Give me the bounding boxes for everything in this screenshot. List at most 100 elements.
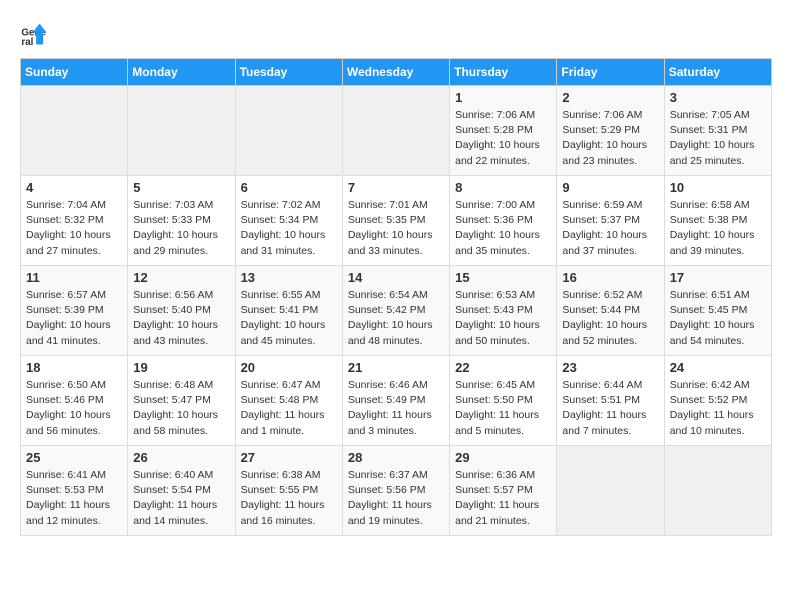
calendar-cell: 8 Sunrise: 7:00 AMSunset: 5:36 PMDaylight… [450,176,557,266]
calendar-cell: 28 Sunrise: 6:37 AMSunset: 5:56 PMDayligh… [342,446,449,536]
cell-info: Sunrise: 6:40 AMSunset: 5:54 PMDaylight:… [133,468,229,529]
day-number: 4 [26,180,122,195]
page-header: Gene ral [20,20,772,48]
calendar-cell [557,446,664,536]
header-day-tuesday: Tuesday [235,59,342,86]
cell-info: Sunrise: 6:45 AMSunset: 5:50 PMDaylight:… [455,378,551,439]
calendar-cell: 26 Sunrise: 6:40 AMSunset: 5:54 PMDayligh… [128,446,235,536]
day-number: 7 [348,180,444,195]
calendar-cell: 14 Sunrise: 6:54 AMSunset: 5:42 PMDayligh… [342,266,449,356]
day-number: 19 [133,360,229,375]
day-number: 22 [455,360,551,375]
day-number: 5 [133,180,229,195]
cell-info: Sunrise: 6:58 AMSunset: 5:38 PMDaylight:… [670,198,766,259]
day-number: 29 [455,450,551,465]
cell-info: Sunrise: 7:02 AMSunset: 5:34 PMDaylight:… [241,198,337,259]
day-number: 3 [670,90,766,105]
calendar-cell: 24 Sunrise: 6:42 AMSunset: 5:52 PMDayligh… [664,356,771,446]
header-day-friday: Friday [557,59,664,86]
calendar-cell [235,86,342,176]
cell-info: Sunrise: 6:47 AMSunset: 5:48 PMDaylight:… [241,378,337,439]
day-number: 27 [241,450,337,465]
day-number: 23 [562,360,658,375]
calendar-cell: 6 Sunrise: 7:02 AMSunset: 5:34 PMDaylight… [235,176,342,266]
cell-info: Sunrise: 6:37 AMSunset: 5:56 PMDaylight:… [348,468,444,529]
header-day-wednesday: Wednesday [342,59,449,86]
cell-info: Sunrise: 6:42 AMSunset: 5:52 PMDaylight:… [670,378,766,439]
calendar-cell: 17Sunrise: 6:51 AMSunset: 5:45 PMDayligh… [664,266,771,356]
day-number: 21 [348,360,444,375]
cell-info: Sunrise: 6:53 AMSunset: 5:43 PMDaylight:… [455,288,551,349]
week-row-4: 18 Sunrise: 6:50 AMSunset: 5:46 PMDayligh… [21,356,772,446]
day-number: 26 [133,450,229,465]
cell-info: Sunrise: 7:03 AMSunset: 5:33 PMDaylight:… [133,198,229,259]
day-number: 10 [670,180,766,195]
day-number: 6 [241,180,337,195]
cell-info: Sunrise: 6:36 AMSunset: 5:57 PMDaylight:… [455,468,551,529]
day-number: 9 [562,180,658,195]
calendar-cell: 18 Sunrise: 6:50 AMSunset: 5:46 PMDayligh… [21,356,128,446]
cell-info: Sunrise: 6:41 AMSunset: 5:53 PMDaylight:… [26,468,122,529]
cell-info: Sunrise: 6:57 AMSunset: 5:39 PMDaylight:… [26,288,122,349]
day-number: 11 [26,270,122,285]
calendar-cell: 22 Sunrise: 6:45 AMSunset: 5:50 PMDayligh… [450,356,557,446]
cell-info: Sunrise: 7:06 AMSunset: 5:28 PMDaylight:… [455,108,551,169]
calendar-cell [128,86,235,176]
day-number: 20 [241,360,337,375]
calendar-cell: 1 Sunrise: 7:06 AMSunset: 5:28 PMDaylight… [450,86,557,176]
calendar-cell: 29 Sunrise: 6:36 AMSunset: 5:57 PMDayligh… [450,446,557,536]
cell-info: Sunrise: 6:56 AMSunset: 5:40 PMDaylight:… [133,288,229,349]
calendar-cell: 23 Sunrise: 6:44 AMSunset: 5:51 PMDayligh… [557,356,664,446]
cell-info: Sunrise: 7:06 AMSunset: 5:29 PMDaylight:… [562,108,658,169]
header-row: SundayMondayTuesdayWednesdayThursdayFrid… [21,59,772,86]
day-number: 2 [562,90,658,105]
cell-info: Sunrise: 6:50 AMSunset: 5:46 PMDaylight:… [26,378,122,439]
day-number: 28 [348,450,444,465]
cell-info: Sunrise: 6:59 AMSunset: 5:37 PMDaylight:… [562,198,658,259]
calendar-cell: 20 Sunrise: 6:47 AMSunset: 5:48 PMDayligh… [235,356,342,446]
week-row-2: 4 Sunrise: 7:04 AMSunset: 5:32 PMDaylight… [21,176,772,266]
calendar-cell [664,446,771,536]
calendar-cell: 5 Sunrise: 7:03 AMSunset: 5:33 PMDaylight… [128,176,235,266]
day-number: 24 [670,360,766,375]
header-day-saturday: Saturday [664,59,771,86]
cell-info: Sunrise: 7:01 AMSunset: 5:35 PMDaylight:… [348,198,444,259]
header-day-monday: Monday [128,59,235,86]
day-number: 8 [455,180,551,195]
header-day-sunday: Sunday [21,59,128,86]
week-row-5: 25 Sunrise: 6:41 AMSunset: 5:53 PMDayligh… [21,446,772,536]
day-number: 1 [455,90,551,105]
day-number: 18 [26,360,122,375]
calendar-cell: 25 Sunrise: 6:41 AMSunset: 5:53 PMDayligh… [21,446,128,536]
calendar-cell: 2 Sunrise: 7:06 AMSunset: 5:29 PMDaylight… [557,86,664,176]
cell-info: Sunrise: 7:05 AMSunset: 5:31 PMDaylight:… [670,108,766,169]
cell-info: Sunrise: 6:48 AMSunset: 5:47 PMDaylight:… [133,378,229,439]
calendar-cell: 27 Sunrise: 6:38 AMSunset: 5:55 PMDayligh… [235,446,342,536]
day-number: 16 [562,270,658,285]
calendar-cell: 16Sunrise: 6:52 AMSunset: 5:44 PMDayligh… [557,266,664,356]
calendar-cell: 9 Sunrise: 6:59 AMSunset: 5:37 PMDaylight… [557,176,664,266]
day-number: 15 [455,270,551,285]
day-number: 14 [348,270,444,285]
cell-info: Sunrise: 6:46 AMSunset: 5:49 PMDaylight:… [348,378,444,439]
calendar-cell: 10 Sunrise: 6:58 AMSunset: 5:38 PMDayligh… [664,176,771,266]
calendar-cell: 19 Sunrise: 6:48 AMSunset: 5:47 PMDayligh… [128,356,235,446]
day-number: 25 [26,450,122,465]
svg-text:ral: ral [21,37,33,48]
calendar-cell: 3 Sunrise: 7:05 AMSunset: 5:31 PMDaylight… [664,86,771,176]
cell-info: Sunrise: 6:54 AMSunset: 5:42 PMDaylight:… [348,288,444,349]
calendar-cell: 13 Sunrise: 6:55 AMSunset: 5:41 PMDayligh… [235,266,342,356]
day-number: 13 [241,270,337,285]
cell-info: Sunrise: 6:55 AMSunset: 5:41 PMDaylight:… [241,288,337,349]
logo: Gene ral [20,20,52,48]
calendar-cell: 4 Sunrise: 7:04 AMSunset: 5:32 PMDaylight… [21,176,128,266]
cell-info: Sunrise: 6:44 AMSunset: 5:51 PMDaylight:… [562,378,658,439]
header-day-thursday: Thursday [450,59,557,86]
cell-info: Sunrise: 7:04 AMSunset: 5:32 PMDaylight:… [26,198,122,259]
calendar-cell: 15 Sunrise: 6:53 AMSunset: 5:43 PMDayligh… [450,266,557,356]
calendar-cell [21,86,128,176]
cell-info: Sunrise: 6:38 AMSunset: 5:55 PMDaylight:… [241,468,337,529]
cell-info: Sunrise: 7:00 AMSunset: 5:36 PMDaylight:… [455,198,551,259]
calendar-cell: 12Sunrise: 6:56 AMSunset: 5:40 PMDayligh… [128,266,235,356]
logo-icon: Gene ral [20,20,48,48]
